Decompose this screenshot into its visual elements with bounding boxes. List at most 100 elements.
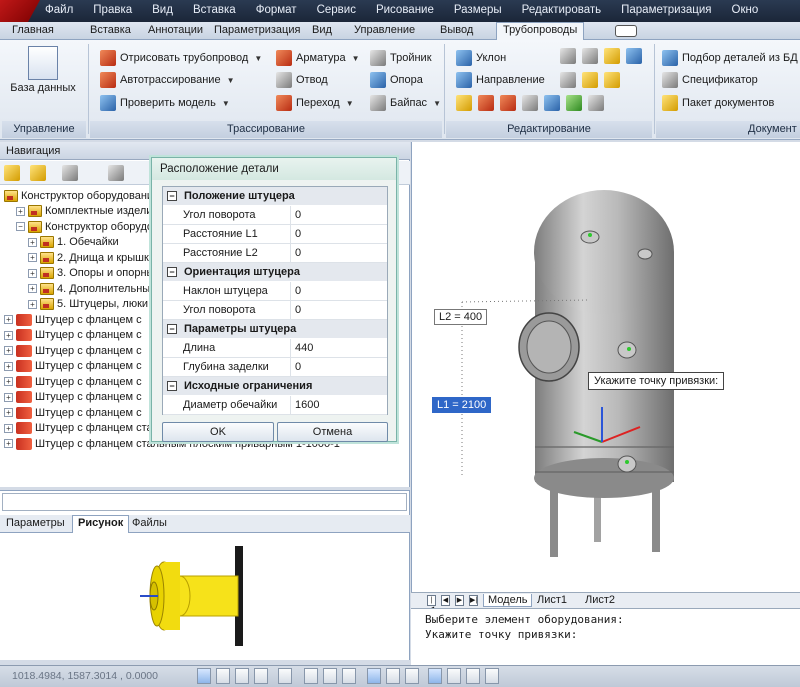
tab-parameters[interactable]: Параметры [6, 517, 65, 529]
property-value-field[interactable]: 0 [295, 247, 301, 259]
database-button[interactable]: База данных [10, 46, 76, 94]
parts-selection-button[interactable]: Подбор деталей из БД [662, 50, 798, 66]
collapse-icon[interactable]: − [16, 222, 25, 231]
tree-item[interactable]: + Штуцер с фланцем с [4, 343, 142, 358]
draw-pipe-button[interactable]: Отрисовать трубопровод ▼ [100, 50, 262, 66]
snap-mode-icon[interactable] [197, 668, 211, 684]
tab-home[interactable]: Главная [12, 24, 54, 36]
tab-sheet1[interactable]: Лист1 [537, 594, 567, 606]
slope-button[interactable]: Уклон [456, 50, 506, 66]
check-model-button[interactable]: Проверить модель ▼ [100, 95, 230, 111]
ribbon-minimize-icon[interactable] [615, 25, 637, 37]
tab-sheet2[interactable]: Лист2 [585, 594, 615, 606]
tree-item[interactable]: Конструктор оборудования [4, 188, 159, 203]
expand-icon[interactable]: + [4, 346, 13, 355]
tree-item[interactable]: +4. Дополнительные [28, 281, 156, 296]
tree-item[interactable]: + Штуцер с фланцем с [4, 328, 142, 343]
collapse-icon[interactable]: − [167, 381, 177, 391]
menu-item[interactable]: Правка [93, 4, 132, 16]
expand-icon[interactable]: + [4, 408, 13, 417]
expand-icon[interactable]: + [4, 330, 13, 340]
edit-tool-icon[interactable] [478, 95, 494, 111]
otrack-icon[interactable] [342, 668, 356, 684]
expand-icon[interactable]: + [4, 392, 13, 402]
lineweight-icon[interactable] [405, 668, 419, 684]
last-tab-icon[interactable]: ▶| [469, 595, 478, 606]
tab-view[interactable]: Вид [312, 24, 332, 36]
tab-pipelines[interactable]: Трубопроводы [496, 22, 585, 40]
tree-item[interactable]: + Штуцер с фланцем с [4, 312, 142, 327]
polar-tracking-icon[interactable] [278, 668, 292, 684]
property-section[interactable]: − Параметры штуцера [163, 320, 387, 338]
property-value-field[interactable]: 0 [295, 228, 301, 240]
expand-icon[interactable]: + [28, 268, 37, 278]
edit-tool-icon[interactable] [582, 48, 598, 64]
tab-annotations[interactable]: Аннотации [148, 24, 203, 36]
app-logo-icon[interactable] [0, 0, 40, 22]
tree-item[interactable]: + Штуцер с фланцем с [4, 374, 142, 389]
expand-icon[interactable]: + [28, 284, 37, 293]
expand-icon[interactable]: + [28, 237, 37, 247]
tab-files[interactable]: Файлы [132, 517, 167, 529]
tab-picture[interactable]: Рисунок [72, 515, 130, 533]
specifier-button[interactable]: Спецификатор [662, 72, 758, 88]
dynamic-ucs-icon[interactable] [367, 668, 381, 684]
tab-output[interactable]: Вывод [440, 24, 473, 36]
menu-item[interactable]: Параметризация [621, 4, 711, 16]
expand-icon[interactable]: + [4, 423, 13, 433]
first-tab-icon[interactable]: |◀ [427, 595, 436, 613]
collapse-icon[interactable]: − [167, 324, 177, 334]
tab-parametrization[interactable]: Параметризация [214, 24, 300, 36]
auto-route-button[interactable]: Автотрассирование ▼ [100, 72, 234, 88]
3d-osnap-icon[interactable] [323, 668, 337, 684]
property-value-field[interactable]: 0 [295, 209, 301, 221]
expand-icon[interactable]: + [28, 253, 37, 262]
armature-button[interactable]: Арматура ▼ [276, 50, 360, 66]
edit-tool-icon[interactable] [522, 95, 538, 111]
tab-model[interactable]: Модель [483, 594, 533, 607]
direction-button[interactable]: Направление [456, 72, 545, 88]
selection-cycling-icon[interactable] [466, 668, 480, 684]
tree-item[interactable]: + Штуцер с фланцем с [4, 405, 142, 420]
annotation-monitor-icon[interactable] [485, 668, 499, 684]
menu-item[interactable]: Вставка [193, 4, 236, 16]
list-view-icon[interactable] [108, 165, 124, 181]
next-tab-icon[interactable]: ▶ [455, 595, 464, 606]
ortho-mode-icon[interactable] [254, 668, 268, 684]
dimension-l1-input[interactable]: L1 = 2100 [432, 397, 492, 413]
edit-tool-icon[interactable] [566, 95, 582, 111]
prev-tab-icon[interactable]: ◀ [441, 595, 450, 606]
grid-display-icon[interactable] [235, 668, 249, 684]
tree-item[interactable]: +5. Штуцеры, люки [28, 297, 148, 312]
expand-icon[interactable]: + [16, 206, 25, 216]
expand-icon[interactable]: + [4, 361, 13, 371]
menu-item[interactable]: Сервис [317, 4, 356, 16]
quick-properties-icon[interactable] [447, 668, 461, 684]
tab-manage[interactable]: Управление [354, 24, 415, 36]
menu-item[interactable]: Окно [732, 4, 759, 16]
property-section[interactable]: − Ориентация штуцера [163, 263, 387, 281]
menu-item[interactable]: Размеры [454, 4, 502, 16]
home-icon[interactable] [4, 165, 20, 181]
edit-tool-icon[interactable] [560, 48, 576, 64]
menu-item[interactable]: Файл [45, 4, 73, 16]
menu-item[interactable]: Вид [152, 4, 173, 16]
collapse-icon[interactable]: − [167, 267, 177, 277]
edit-tool-icon[interactable] [456, 95, 472, 111]
cancel-button[interactable]: Отмена [277, 422, 388, 442]
model-viewport[interactable]: L2 = 400 L1 = 2100 Укажите точку привязк… [411, 142, 800, 592]
doc-package-button[interactable]: Пакет документов [662, 95, 774, 111]
play-icon[interactable] [62, 165, 78, 181]
property-value-field[interactable]: 1600 [295, 399, 319, 411]
tree-item[interactable]: + Комплектные изделия [16, 204, 158, 219]
property-value-field[interactable]: 0 [295, 285, 301, 297]
edit-tool-icon[interactable] [560, 72, 576, 88]
edit-tool-icon[interactable] [544, 95, 560, 111]
grid-mode-icon[interactable] [216, 668, 230, 684]
expand-icon[interactable]: + [28, 299, 37, 309]
folder-icon[interactable] [30, 165, 46, 181]
object-snap-icon[interactable] [304, 668, 318, 684]
expand-icon[interactable]: + [4, 315, 13, 324]
collapse-icon[interactable]: − [167, 191, 177, 201]
edit-tool-icon[interactable] [588, 95, 604, 111]
